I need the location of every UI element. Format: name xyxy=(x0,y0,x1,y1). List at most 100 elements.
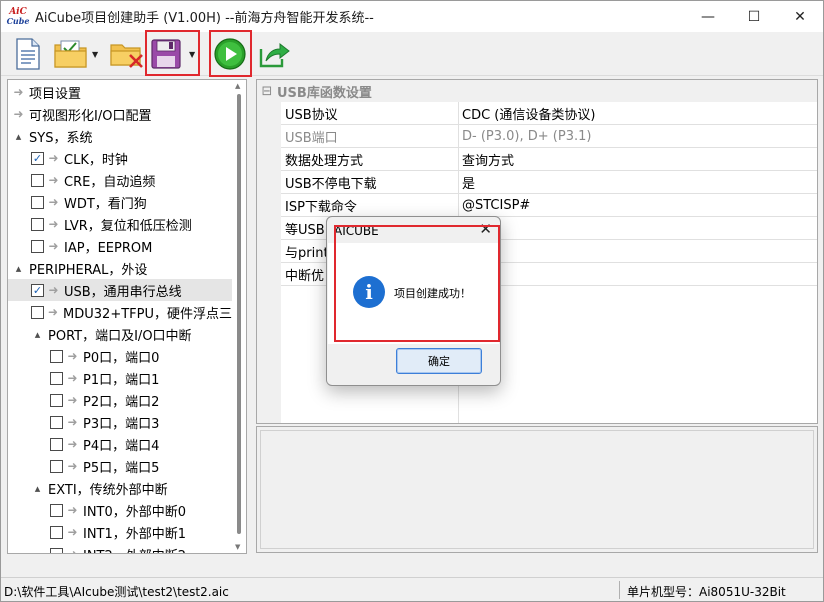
dialog-highlight xyxy=(334,225,500,342)
tree-item[interactable]: ➜ INT2，外部中断2 xyxy=(8,543,232,554)
open-project-dropdown-arrow[interactable]: ▼ xyxy=(92,50,98,59)
minimize-button[interactable]: — xyxy=(685,1,731,32)
tree-item-label: USB，通用串行总线 xyxy=(64,284,182,300)
tree-item-label: P4口，端口4 xyxy=(83,438,160,454)
tree-item-checkbox[interactable]: ✓ xyxy=(31,151,44,165)
tree-scrollbar[interactable]: ▲ ▼ xyxy=(232,80,246,553)
tree-item-label: PORT，端口及I/O口中断 xyxy=(48,328,192,344)
tree-item-label: P5口，端口5 xyxy=(83,460,160,476)
arrow-icon: ➜ xyxy=(67,525,78,539)
property-divider xyxy=(458,148,459,171)
tree-item-label: 项目设置 xyxy=(29,86,82,102)
project-path: D:\软件工具\AIcube测试\test2\test2.aic xyxy=(4,585,229,599)
app-logo-line2: Cube xyxy=(6,15,30,26)
tree-item[interactable]: ➜ P0口，端口0 xyxy=(8,345,232,367)
property-row[interactable]: USB端口 D- (P3.0), D+ (P3.1) xyxy=(281,125,817,148)
folder-delete-icon xyxy=(110,44,143,68)
tree-item-label: INT1，外部中断1 xyxy=(83,526,187,542)
tree-item[interactable]: ➜ P4口，端口4 xyxy=(8,433,232,455)
property-name: USB不停电下载 xyxy=(285,176,377,192)
arrow-icon: ➜ xyxy=(48,195,59,209)
tree-item-checkbox[interactable] xyxy=(31,217,44,231)
export-button[interactable] xyxy=(257,36,291,72)
tree-item-checkbox[interactable] xyxy=(31,173,44,187)
scroll-up-icon[interactable]: ▲ xyxy=(235,82,240,90)
property-category[interactable]: ⊟ USB库函数设置 xyxy=(257,80,817,102)
property-value[interactable]: 查询方式 xyxy=(462,148,812,170)
property-value[interactable]: 先级 xyxy=(462,263,812,285)
property-gutter xyxy=(257,102,281,423)
tree-item[interactable]: ➜ CRE，自动追频 xyxy=(8,169,232,191)
tree-item[interactable]: ▴ EXTI，传统外部中断 xyxy=(8,477,232,499)
property-row[interactable]: USB协议 CDC (通信设备类协议) xyxy=(281,102,817,125)
tree-item[interactable]: ▴ PERIPHERAL，外设 xyxy=(8,257,232,279)
toolbar: ▼ ▼ xyxy=(1,30,823,77)
checkmark-icon: ✓ xyxy=(32,151,43,165)
property-name: 数据处理方式 xyxy=(285,153,364,169)
property-value[interactable]: D- (P3.0), D+ (P3.1) xyxy=(462,125,812,147)
tree-item-checkbox[interactable] xyxy=(50,393,63,407)
tree-item[interactable]: ➜ P3口，端口3 xyxy=(8,411,232,433)
tree-item[interactable]: ➜ P2口，端口2 xyxy=(8,389,232,411)
tree-item[interactable]: ➜ P1口，端口1 xyxy=(8,367,232,389)
collapse-arrow-icon[interactable]: ▴ xyxy=(31,482,44,495)
tree-item-label: P3口，端口3 xyxy=(83,416,160,432)
property-row[interactable]: ISP下载命令 @STCISP# xyxy=(281,194,817,217)
tree-item[interactable]: ➜ 可视图形化I/O口配置 xyxy=(8,103,232,125)
open-project-button[interactable] xyxy=(53,36,89,72)
property-value[interactable] xyxy=(462,240,812,262)
app-logo: AiC Cube xyxy=(5,4,31,30)
tree-item-label: LVR，复位和低压检测 xyxy=(64,218,192,234)
property-row[interactable]: 数据处理方式 查询方式 xyxy=(281,148,817,171)
tree-item[interactable]: ➜ MDU32+TFPU，硬件浮点三 xyxy=(8,301,232,323)
arrow-icon: ➜ xyxy=(67,349,78,363)
close-project-button[interactable] xyxy=(109,36,145,72)
tree-item-checkbox[interactable] xyxy=(50,349,63,363)
property-value[interactable] xyxy=(462,217,812,239)
property-value[interactable]: 是 xyxy=(462,171,812,193)
tree-item-checkbox[interactable] xyxy=(50,525,63,539)
tree-item[interactable]: ▴ PORT，端口及I/O口中断 xyxy=(8,323,232,345)
new-document-button[interactable] xyxy=(13,36,43,72)
tree-item-label: INT2，外部中断2 xyxy=(83,545,186,554)
maximize-button[interactable]: ☐ xyxy=(731,1,777,32)
close-button[interactable]: ✕ xyxy=(777,1,823,32)
tree-item[interactable]: ▴ SYS，系统 xyxy=(8,125,232,147)
arrow-icon: ➜ xyxy=(67,371,78,385)
property-row[interactable]: USB不停电下载 是 xyxy=(281,171,817,194)
tree-item-checkbox[interactable] xyxy=(31,239,44,253)
description-area xyxy=(260,430,814,549)
tree-item-checkbox[interactable] xyxy=(50,547,63,553)
ok-button[interactable]: 确定 xyxy=(396,348,482,374)
property-name: ISP下载命令 xyxy=(285,199,357,215)
scroll-down-icon[interactable]: ▼ xyxy=(235,543,240,551)
tree-item[interactable]: ➜ IAP，EEPROM xyxy=(8,235,232,257)
tree-item-checkbox[interactable] xyxy=(31,195,44,209)
collapse-arrow-icon[interactable]: ▴ xyxy=(12,262,25,275)
tree-item[interactable]: ➜ INT0，外部中断0 xyxy=(8,499,232,521)
tree-item[interactable]: ➜ 项目设置 xyxy=(8,81,232,103)
tree-item[interactable]: ✓ ➜ USB，通用串行总线 xyxy=(8,279,232,301)
arrow-icon: ➜ xyxy=(48,151,59,165)
arrow-icon: ➜ xyxy=(67,437,78,451)
tree-item-checkbox[interactable] xyxy=(50,415,63,429)
property-value[interactable]: @STCISP# xyxy=(462,194,812,216)
tree-item-checkbox[interactable] xyxy=(50,503,63,517)
status-separator xyxy=(619,581,620,599)
tree-item[interactable]: ✓ ➜ CLK，时钟 xyxy=(8,147,232,169)
tree-item-checkbox[interactable] xyxy=(31,305,44,319)
collapse-icon[interactable]: ⊟ xyxy=(257,84,277,99)
tree-item-checkbox[interactable] xyxy=(50,437,63,451)
tree-item-checkbox[interactable] xyxy=(50,459,63,473)
tree-item-checkbox[interactable]: ✓ xyxy=(31,283,44,297)
tree-item-checkbox[interactable] xyxy=(50,371,63,385)
collapse-arrow-icon[interactable]: ▴ xyxy=(12,130,25,143)
collapse-arrow-icon[interactable]: ▴ xyxy=(31,328,44,341)
tree-item[interactable]: ➜ WDT，看门狗 xyxy=(8,191,232,213)
arrow-icon: ➜ xyxy=(47,305,59,319)
tree-scroll-thumb[interactable] xyxy=(237,94,241,534)
tree-item[interactable]: ➜ LVR，复位和低压检测 xyxy=(8,213,232,235)
tree-item[interactable]: ➜ P5口，端口5 xyxy=(8,455,232,477)
property-value[interactable]: CDC (通信设备类协议) xyxy=(462,102,812,124)
tree-item[interactable]: ➜ INT1，外部中断1 xyxy=(8,521,232,543)
